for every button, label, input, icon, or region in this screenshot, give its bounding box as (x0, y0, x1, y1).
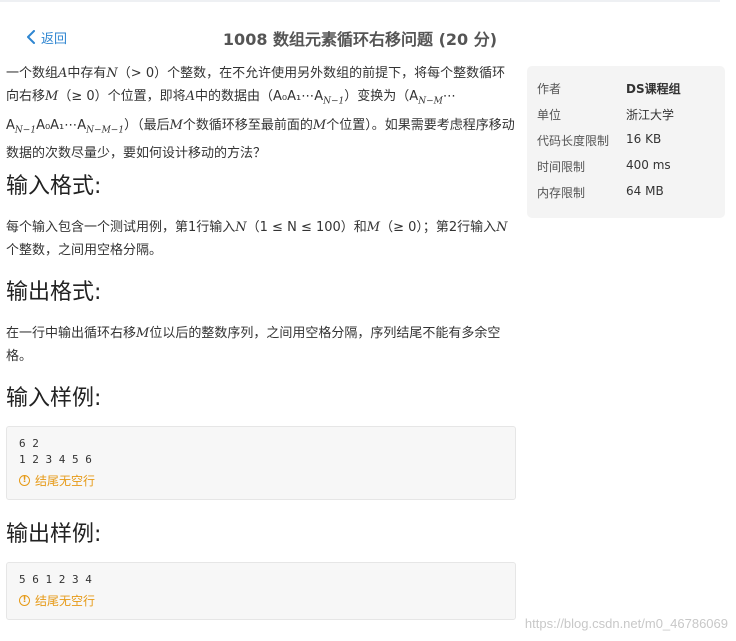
top-divider (0, 0, 720, 2)
sample-input-code: 6 2 1 2 3 4 5 6 (19, 437, 92, 466)
watermark: https://blog.csdn.net/m0_46786069 (524, 616, 728, 631)
warning-icon: ! (19, 475, 30, 486)
sample-input-note: ! 结尾无空行 (19, 472, 503, 489)
sample-input-box: 6 2 1 2 3 4 5 6 ! 结尾无空行 (6, 426, 516, 500)
input-format-text: 每个输入包含一个测试用例，第1行输入N（1 ≤ N ≤ 100）和M（≥ 0）；… (6, 220, 508, 258)
problem-info-panel: 作者 DS课程组 单位 浙江大学 代码长度限制 16 KB 时间限制 400 ms 内存… (527, 66, 725, 218)
sample-output-code: 5 6 1 2 3 4 (19, 573, 92, 586)
back-link[interactable]: 返回 (25, 27, 67, 47)
problem-body: 一个数组A中存有N（> 0）个整数，在不允许使用另外数组的前提下，将每个整数循环… (6, 62, 518, 620)
input-format-heading: 输入格式: (6, 174, 102, 199)
output-format-text: 在一行中输出循环右移M位以后的整数序列，之间用空格分隔，序列结尾不能有多余空格。 (6, 326, 501, 364)
sample-output-heading: 输出样例: (6, 522, 102, 547)
sample-input-note-text: 结尾无空行 (35, 474, 96, 488)
sample-output-note: ! 结尾无空行 (19, 592, 503, 609)
back-label[interactable]: 返回 (41, 28, 67, 47)
warning-icon: ! (19, 595, 30, 606)
page-title: 1008 数组元素循环右移问题 (20 分) (222, 30, 498, 49)
sample-output-box: 5 6 1 2 3 4 ! 结尾无空行 (6, 562, 516, 620)
sample-input-heading: 输入样例: (6, 386, 102, 411)
sample-output-note-text: 结尾无空行 (35, 594, 96, 608)
chevron-left-icon (27, 30, 35, 44)
problem-description: 一个数组A中存有N（> 0）个整数，在不允许使用另外数组的前提下，将每个整数循环… (6, 66, 515, 162)
problem-page: 返回 1008 数组元素循环右移问题 (20 分) 一个数组A中存有N（> 0）… (0, 0, 736, 641)
output-format-heading: 输出格式: (6, 280, 102, 305)
